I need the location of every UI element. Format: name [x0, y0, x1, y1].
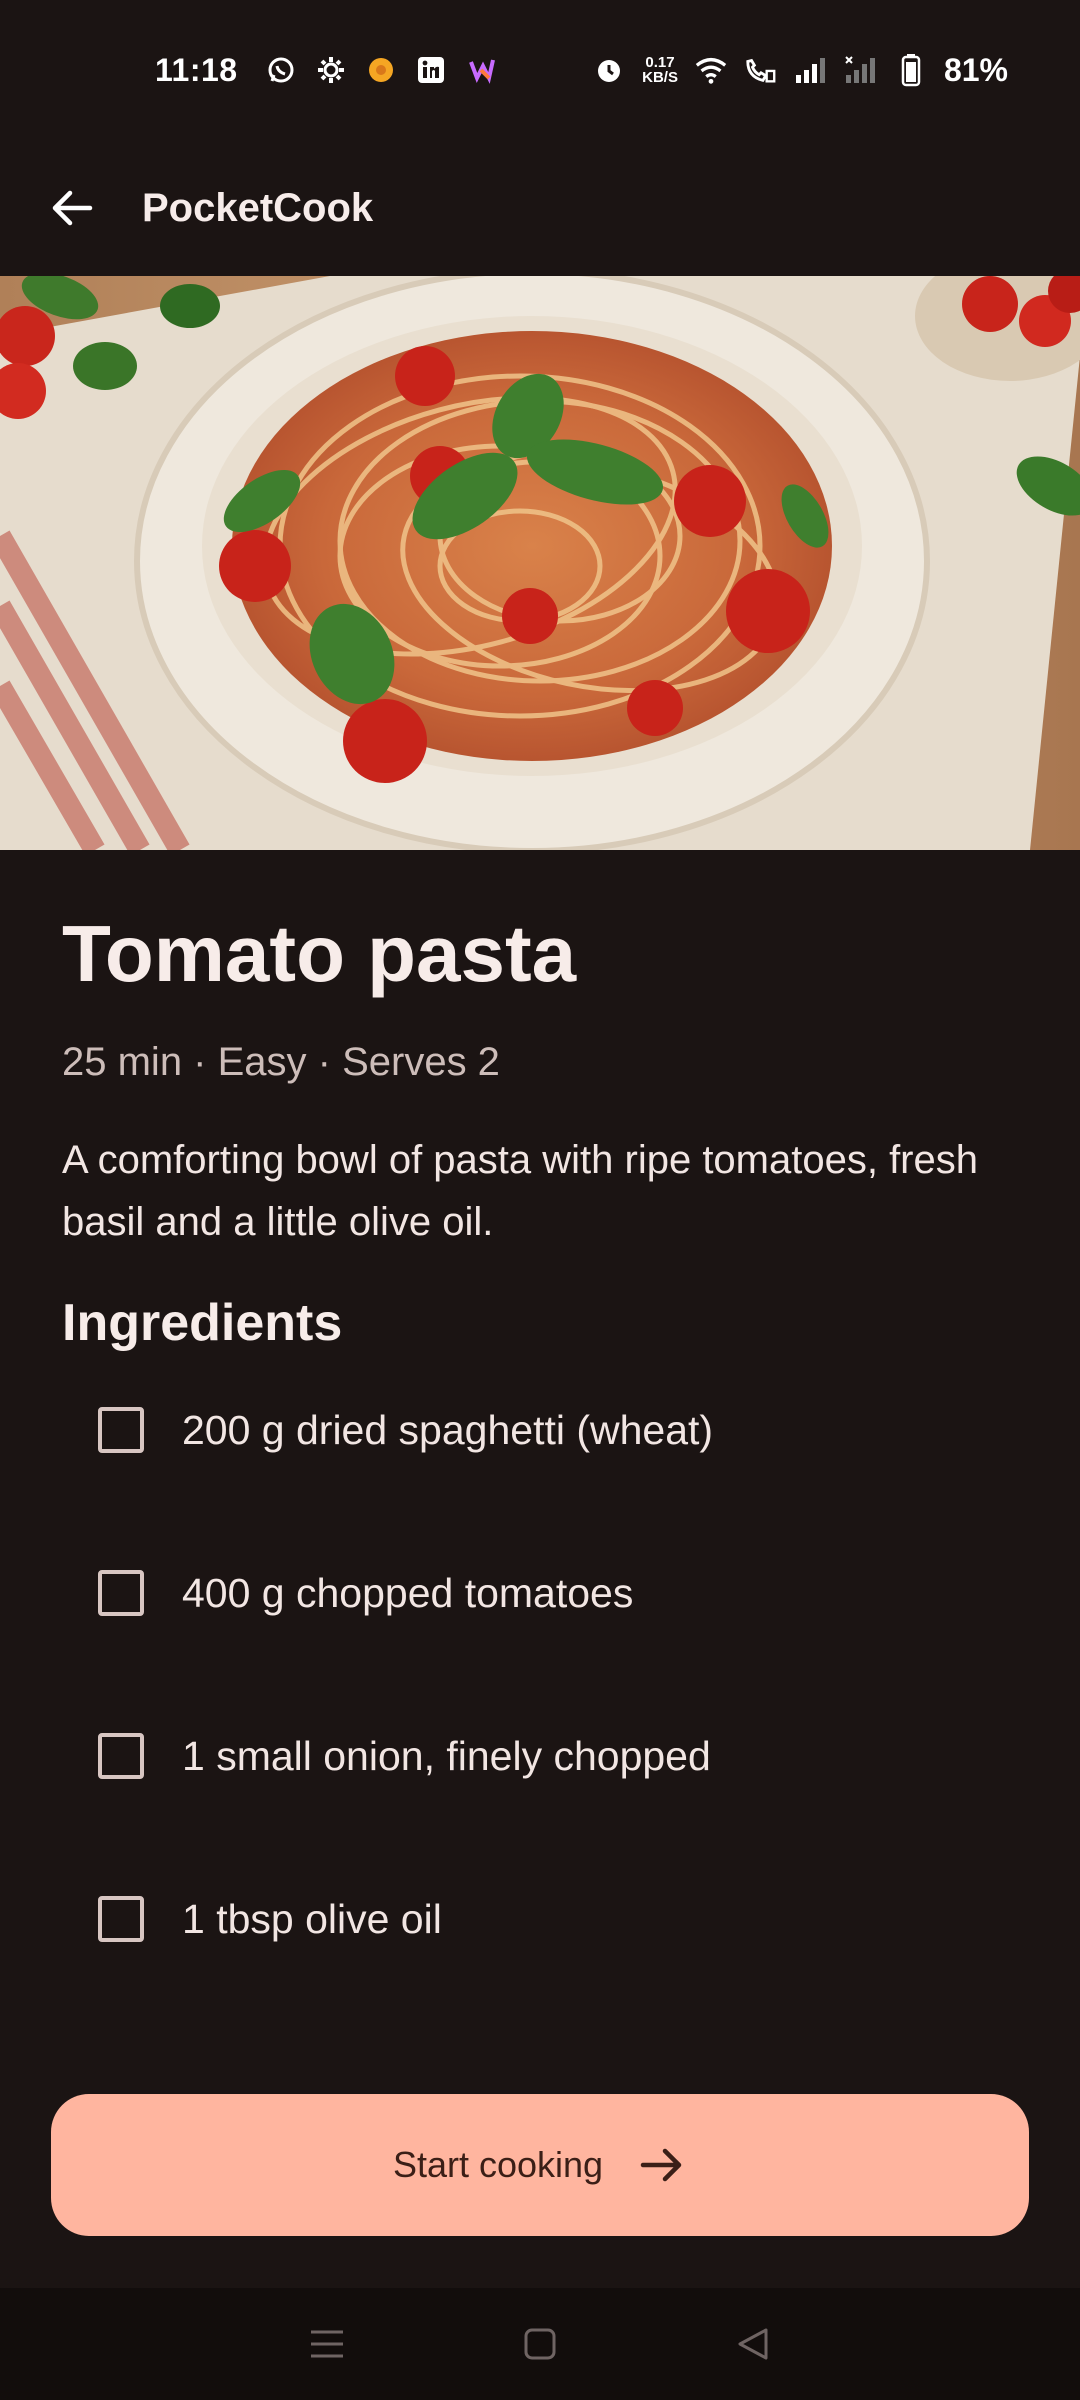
- recipe-description: A comforting bowl of pasta with ripe tom…: [62, 1138, 978, 1244]
- network-speed: 0.17 KB/S: [642, 55, 678, 85]
- ingredient-label: 200 g dried spaghetti (wheat): [182, 1406, 714, 1453]
- ingredient-item[interactable]: 1 small onion, finely chopped: [62, 1696, 1022, 1816]
- ingredient-label: 400 g chopped tomatoes: [182, 1569, 634, 1616]
- battery-icon: [894, 53, 928, 87]
- back-button[interactable]: [48, 184, 96, 232]
- status-right: 0.17 KB/S 81%: [592, 52, 1008, 89]
- battery-percent: 81%: [943, 51, 1008, 88]
- app-icon: [464, 53, 498, 87]
- alarm-icon: [592, 53, 626, 87]
- back-icon: [738, 2328, 768, 2360]
- ingredient-checkbox[interactable]: [98, 1733, 144, 1779]
- screen: 11:18 0.17 KB/S 81% PocketCook Tomato pa…: [0, 0, 1080, 2400]
- signal-icon: [844, 53, 878, 87]
- ingredient-item[interactable]: 200 g dried spaghetti (wheat): [62, 1370, 1022, 1490]
- recipe-meta: 25 min · Easy · Serves 2: [62, 1040, 500, 1084]
- arrow-forward-icon: [639, 2141, 687, 2189]
- app-bar: PocketCook: [0, 140, 1080, 276]
- recipe-content: Tomato pasta 25 min · Easy · Serves 2 A …: [62, 850, 1022, 1353]
- ingredient-label: 1 tbsp olive oil: [182, 1895, 442, 1942]
- linkedin-icon: [414, 53, 448, 87]
- settings-icon: [314, 53, 348, 87]
- app-title: PocketCook: [142, 185, 374, 230]
- nav-back-button[interactable]: [723, 2314, 783, 2374]
- status-left: 11:18: [155, 52, 498, 89]
- arrow-back-icon: [52, 190, 93, 226]
- start-cooking-button[interactable]: Start cooking: [51, 2094, 1029, 2236]
- speed-unit: KB/S: [642, 69, 678, 86]
- signal-icon: [794, 53, 828, 87]
- wifi-call-icon: [744, 53, 778, 87]
- ingredient-item[interactable]: 1 tbsp olive oil: [62, 1859, 1022, 1979]
- recipe-hero-image: [0, 276, 1080, 850]
- whatsapp-icon: [264, 53, 298, 87]
- home-button[interactable]: [510, 2314, 570, 2374]
- wifi-icon: [694, 53, 728, 87]
- app-icon: [364, 53, 398, 87]
- menu-button[interactable]: [297, 2314, 357, 2374]
- speed-value: 0.17: [645, 54, 675, 71]
- home-icon: [524, 2328, 556, 2360]
- system-nav-bar: [0, 2288, 1080, 2400]
- recipe-title: Tomato pasta: [62, 909, 577, 998]
- start-cooking-label: Start cooking: [392, 2144, 604, 2185]
- status-time: 11:18: [155, 51, 238, 88]
- ingredients-heading: Ingredients: [62, 1294, 343, 1352]
- ingredient-item[interactable]: 400 g chopped tomatoes: [62, 1533, 1022, 1653]
- ingredient-checkbox[interactable]: [98, 1896, 144, 1942]
- ingredient-checkbox[interactable]: [98, 1407, 144, 1453]
- ingredient-checkbox[interactable]: [98, 1570, 144, 1616]
- menu-icon: [310, 2330, 343, 2358]
- ingredient-label: 1 small onion, finely chopped: [182, 1732, 711, 1779]
- status-bar: 11:18 0.17 KB/S 81%: [0, 0, 1080, 140]
